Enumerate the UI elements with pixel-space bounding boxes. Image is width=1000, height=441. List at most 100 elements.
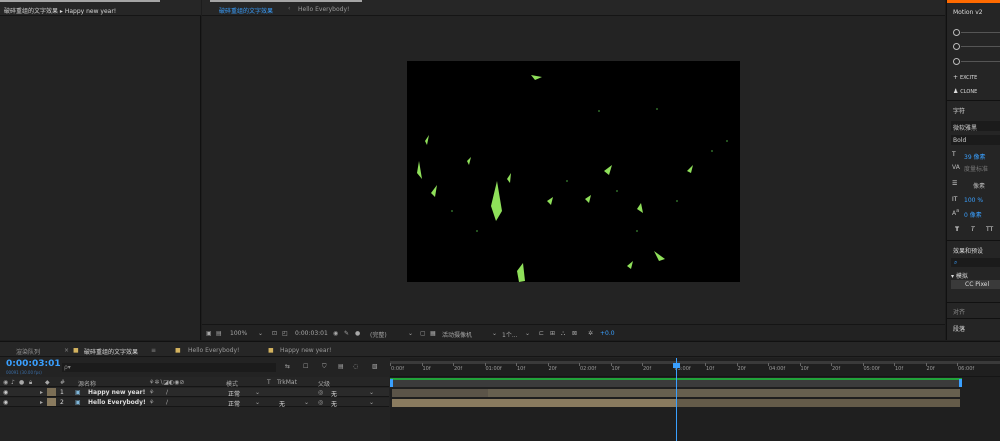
layer-name[interactable]: Happy new year!: [88, 389, 145, 396]
chevron-down-icon[interactable]: ⌄: [258, 330, 263, 337]
visibility-toggle[interactable]: ◉: [3, 389, 8, 396]
range-end-handle[interactable]: [959, 379, 962, 387]
current-time[interactable]: 0:00:03:01: [6, 359, 61, 369]
menu-icon[interactable]: ≡: [151, 347, 156, 354]
expand-arrow-icon[interactable]: ▸: [40, 389, 43, 396]
clone-button[interactable]: ♟ CLONE: [953, 88, 977, 95]
tree-item-simulation[interactable]: ▾ 模拟: [951, 271, 968, 280]
vertical-scale-value[interactable]: 100 %: [964, 197, 983, 204]
magnification-select[interactable]: 100%: [230, 330, 247, 337]
all-caps-icon[interactable]: TT: [986, 226, 993, 233]
motion-blur-icon[interactable]: ◌: [353, 363, 358, 370]
layer2-bar[interactable]: [392, 399, 676, 407]
stroke-width-value[interactable]: 像素: [973, 181, 985, 190]
current-time-display[interactable]: 0:00:03:01: [295, 330, 328, 337]
trkmat-header[interactable]: TrkMat: [277, 379, 297, 386]
close-icon[interactable]: ×: [64, 347, 69, 354]
color-picker-icon[interactable]: ✎: [344, 330, 349, 337]
font-style-select[interactable]: Bold: [953, 137, 966, 144]
baseline-shift-value[interactable]: 0 像素: [964, 210, 982, 219]
chevron-down-icon[interactable]: ⌄: [304, 399, 309, 406]
tab-render-queue[interactable]: 渲染队列: [16, 347, 40, 356]
shy-layers-icon[interactable]: ⛉: [322, 363, 327, 371]
layer-name[interactable]: Hello Everybody!: [88, 399, 146, 406]
tab-happy-new-year[interactable]: Happy new year!: [280, 347, 331, 354]
mode-select[interactable]: 正常: [228, 389, 240, 398]
layer2-bar-tail[interactable]: [676, 399, 960, 407]
pickwhip-icon[interactable]: ◎: [318, 389, 323, 396]
range-start-handle[interactable]: [390, 379, 393, 387]
mask-icon[interactable]: ⊡: [272, 330, 277, 337]
pixel-aspect-icon[interactable]: ⊏: [539, 330, 544, 337]
label-color[interactable]: [47, 388, 56, 396]
excite-button[interactable]: + EXCITE: [953, 74, 977, 81]
label-color[interactable]: [47, 398, 56, 406]
source-name-header[interactable]: 源名称: [78, 379, 96, 388]
chevron-down-icon[interactable]: ⌄: [408, 330, 413, 337]
chevron-down-icon[interactable]: ⌄: [369, 389, 374, 396]
view-layout-select[interactable]: 1个...: [502, 330, 518, 339]
shy-switch-icon[interactable]: ⚘: [149, 399, 154, 406]
expand-arrow-icon[interactable]: ▸: [40, 399, 43, 406]
tab-comp-main[interactable]: 破碎重组的文字效果: [219, 6, 273, 15]
slider-knob[interactable]: [953, 58, 960, 65]
playhead-line[interactable]: [676, 358, 677, 441]
preset-item-cc-pixel[interactable]: CC Pixel: [965, 281, 989, 288]
slider-knob[interactable]: [953, 29, 960, 36]
graph-editor-icon[interactable]: ▧: [372, 363, 378, 370]
flowchart-icon[interactable]: ⛬: [561, 330, 565, 338]
snapshot-icon[interactable]: ▣: [206, 330, 212, 337]
tab-comp-main[interactable]: 破碎重组的文字效果: [84, 347, 138, 356]
channel-icon[interactable]: ●: [355, 330, 360, 337]
resolution-select[interactable]: (完整): [370, 330, 387, 339]
exposure-icon[interactable]: ✲: [588, 330, 593, 337]
frame-blend-icon[interactable]: ▤: [338, 363, 344, 370]
grid-icon[interactable]: ▤: [216, 330, 222, 337]
region-of-interest-icon[interactable]: ▢: [420, 330, 426, 337]
time-ruler[interactable]: 0:00f 10f 20f 01:00f 10f 20f 02:00f 10f 20f 03:00…: [390, 358, 1000, 377]
quality-switch-icon[interactable]: ∕: [166, 399, 168, 406]
draft-3d-icon[interactable]: ☐: [303, 363, 308, 370]
kerning-value[interactable]: 度量标准: [964, 164, 988, 173]
slider-track[interactable]: [961, 46, 1000, 47]
quality-switch-icon[interactable]: ∕: [166, 389, 168, 396]
toggle-transparency-icon[interactable]: ◰: [282, 330, 288, 337]
align-header[interactable]: 对齐: [953, 307, 965, 316]
parent-header[interactable]: 父级: [318, 379, 330, 388]
layer1-bar-active[interactable]: [488, 389, 960, 397]
visibility-toggle[interactable]: ◉: [3, 399, 8, 406]
font-size-value[interactable]: 39 像素: [964, 152, 986, 161]
slider-track[interactable]: [961, 61, 1000, 62]
mode-select[interactable]: 正常: [228, 399, 240, 408]
paragraph-header[interactable]: 段落: [953, 324, 965, 333]
pickwhip-icon[interactable]: ◎: [318, 399, 323, 406]
slider-track[interactable]: [961, 32, 1000, 33]
slider-knob[interactable]: [953, 43, 960, 50]
transparency-grid-icon[interactable]: ▦: [430, 330, 436, 337]
table-row[interactable]: ◉ ▸ 2 ▣ Hello Everybody! ⚘ ∕ 正常 ⌄ 无 ⌄ ◎ …: [0, 398, 389, 408]
chevron-down-icon[interactable]: ⌄: [255, 399, 260, 406]
composition-canvas[interactable]: [407, 61, 740, 282]
mode-header[interactable]: 模式: [226, 379, 238, 388]
exposure-value[interactable]: +0.0: [600, 330, 615, 337]
shy-switch-icon[interactable]: ⚘: [149, 389, 154, 396]
chevron-down-icon[interactable]: ⌄: [369, 399, 374, 406]
camera-icon[interactable]: ◉: [333, 330, 338, 337]
comp-flowchart-icon[interactable]: ⇆: [285, 363, 290, 370]
tab-comp-hello[interactable]: Hello Everybody!: [298, 6, 349, 13]
chevron-down-icon[interactable]: ⌄: [525, 330, 530, 337]
chevron-down-icon[interactable]: ⌄: [255, 389, 260, 396]
parent-select[interactable]: 无: [331, 389, 337, 398]
fast-preview-icon[interactable]: ⊞: [550, 330, 555, 337]
project-tab-label[interactable]: 破碎重组的文字效果 ▸ Happy new year!: [4, 6, 116, 15]
chevron-down-icon[interactable]: ⌄: [492, 330, 497, 337]
tab-hello-everybody[interactable]: Hello Everybody!: [188, 347, 239, 354]
faux-italic-icon[interactable]: T: [971, 226, 975, 233]
reset-exposure-icon[interactable]: ⊠: [572, 330, 577, 337]
effects-search-input[interactable]: [951, 258, 1000, 267]
font-family-select[interactable]: 微软雅黑: [953, 123, 977, 132]
table-row[interactable]: ◉ ▸ 1 ▣ Happy new year! ⚘ ∕ 正常 ⌄ ◎ 无 ⌄: [0, 388, 389, 398]
parent-select[interactable]: 无: [331, 399, 337, 408]
faux-bold-icon[interactable]: T: [955, 226, 959, 233]
camera-select[interactable]: 活动摄像机: [442, 330, 472, 339]
